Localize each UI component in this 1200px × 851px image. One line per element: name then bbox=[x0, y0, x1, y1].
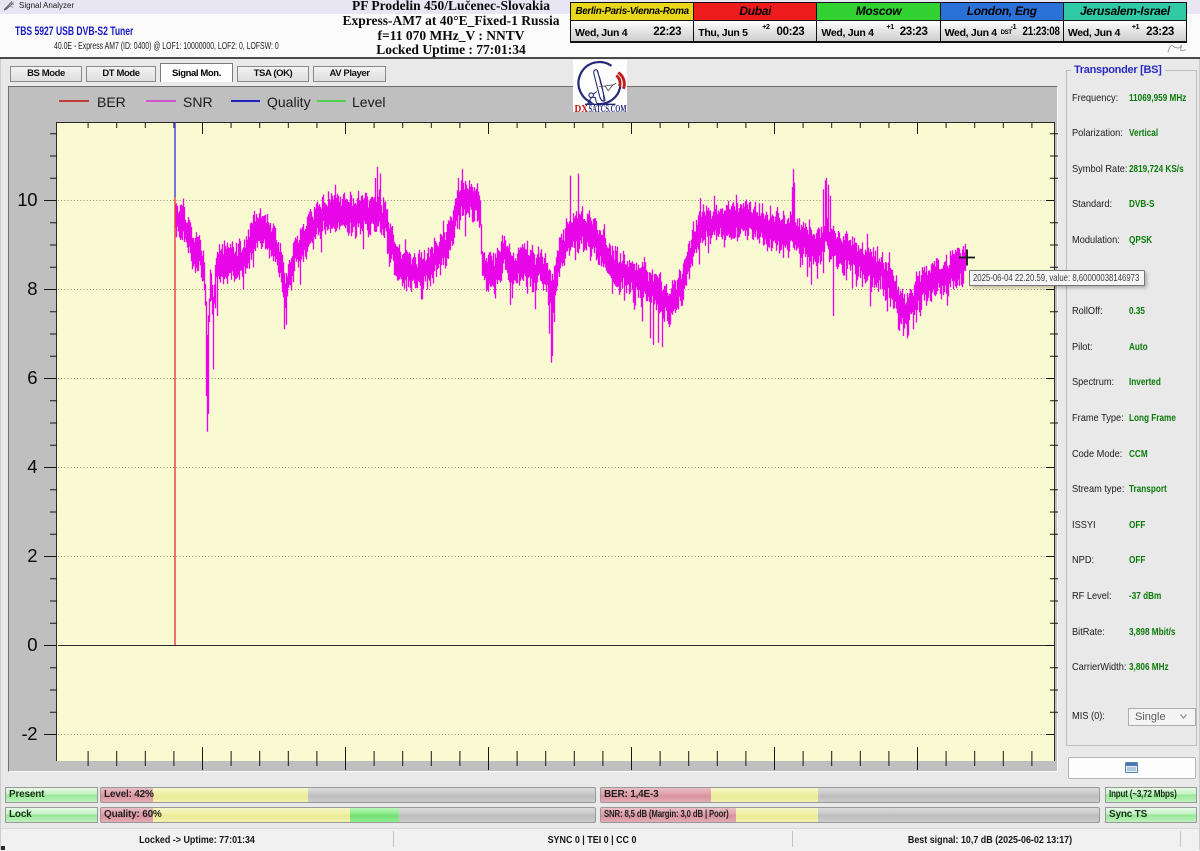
svg-text:SATCS.COM: SATCS.COM bbox=[589, 104, 627, 113]
svg-text:DX: DX bbox=[575, 104, 589, 113]
